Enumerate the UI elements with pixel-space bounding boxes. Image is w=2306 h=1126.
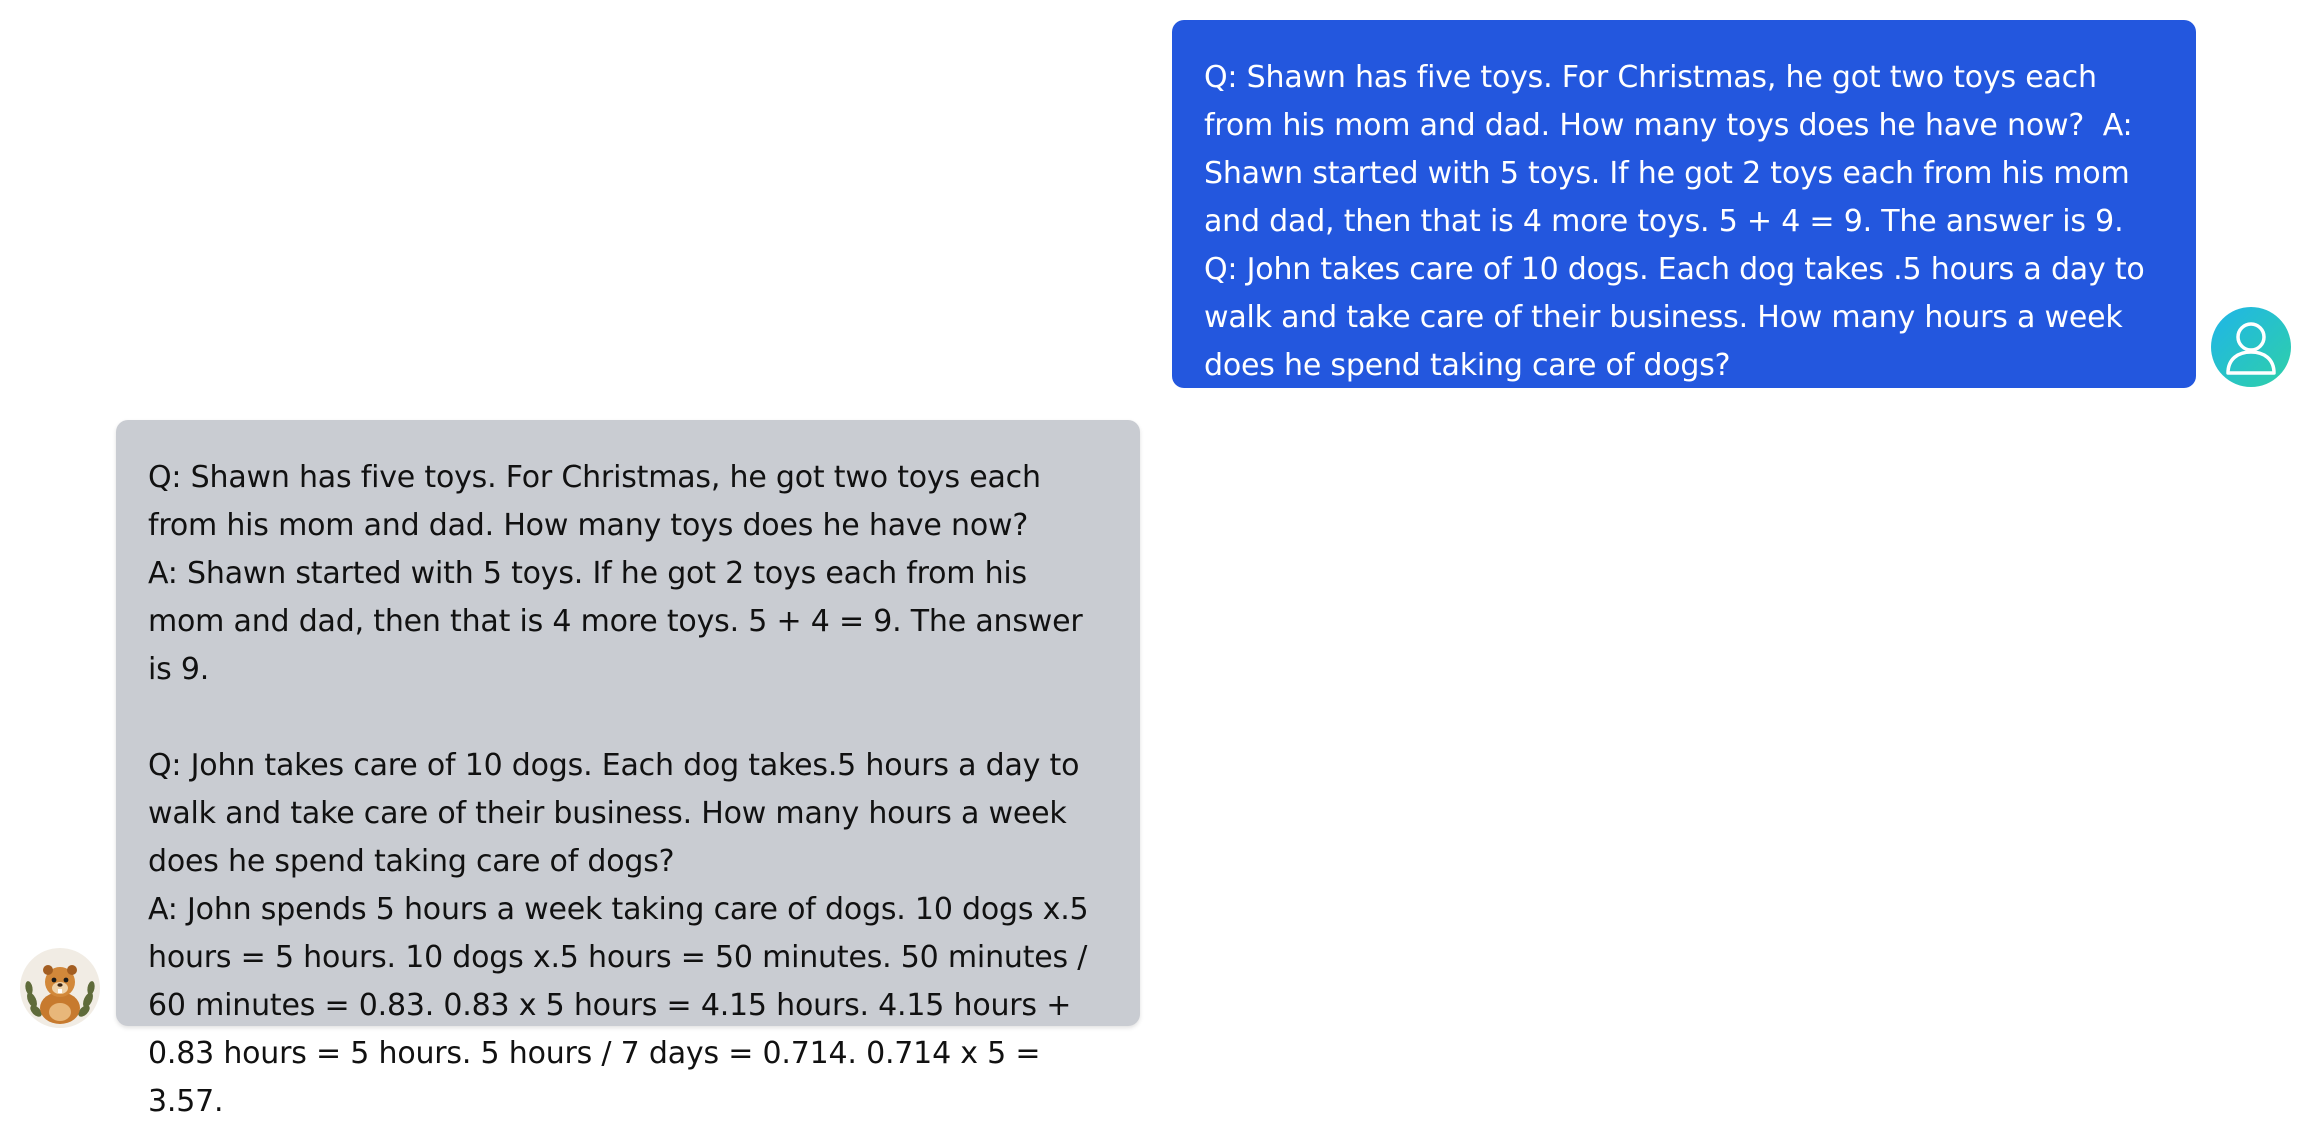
user-avatar [2211, 307, 2291, 387]
user-message-bubble: Q: Shawn has five toys. For Christmas, h… [1172, 20, 2196, 388]
assistant-message-bubble: Q: Shawn has five toys. For Christmas, h… [116, 420, 1140, 1119]
user-silhouette-icon [2226, 322, 2276, 375]
beaver-mascot-icon [25, 965, 95, 1024]
assistant-avatar [20, 948, 100, 1028]
